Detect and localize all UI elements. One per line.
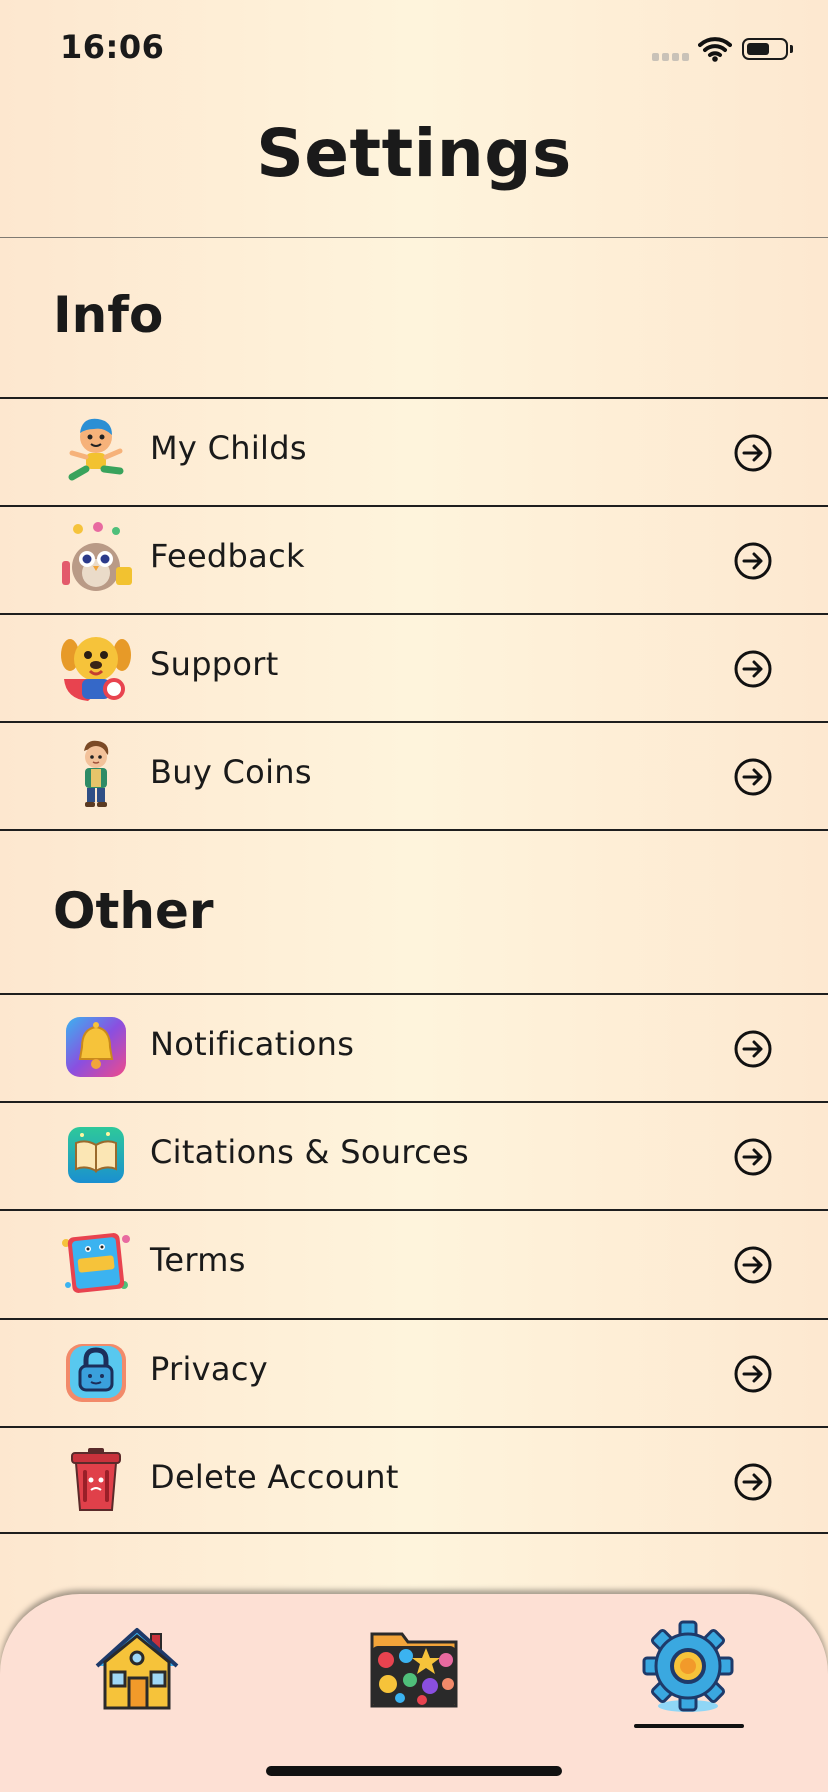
row-support[interactable]: Support bbox=[0, 613, 828, 721]
row-label: Terms bbox=[150, 1241, 246, 1279]
status-time: 16:06 bbox=[60, 28, 165, 66]
row-label: My Childs bbox=[150, 429, 307, 467]
title-divider bbox=[0, 237, 828, 238]
arrow-right-circle-icon[interactable] bbox=[733, 649, 773, 689]
owl-feedback-icon bbox=[62, 522, 132, 591]
puppy-support-icon bbox=[61, 637, 131, 701]
row-label: Buy Coins bbox=[150, 753, 312, 791]
padlock-icon bbox=[66, 1344, 126, 1402]
active-tab-indicator bbox=[634, 1724, 744, 1728]
status-bar: 16:06 bbox=[0, 0, 828, 100]
wifi-icon bbox=[698, 37, 732, 62]
row-terms[interactable]: Terms bbox=[0, 1209, 828, 1317]
arrow-right-circle-icon[interactable] bbox=[733, 433, 773, 473]
section-header-info: Info bbox=[53, 286, 164, 344]
row-citations-sources[interactable]: Citations & Sources bbox=[0, 1101, 828, 1209]
battery-icon bbox=[742, 38, 793, 60]
arrow-right-circle-icon[interactable] bbox=[733, 1245, 773, 1285]
page-title: Settings bbox=[256, 115, 572, 192]
tos-book-icon bbox=[62, 1233, 130, 1293]
house-icon[interactable] bbox=[89, 1620, 185, 1716]
row-label: Privacy bbox=[150, 1350, 268, 1388]
row-privacy[interactable]: Privacy bbox=[0, 1318, 828, 1426]
row-feedback[interactable]: Feedback bbox=[0, 505, 828, 613]
row-label: Feedback bbox=[150, 537, 305, 575]
folder-stickers-icon[interactable] bbox=[366, 1620, 462, 1716]
arrow-right-circle-icon[interactable] bbox=[733, 1029, 773, 1069]
row-label: Delete Account bbox=[150, 1458, 399, 1496]
row-delete-account[interactable]: Delete Account bbox=[0, 1426, 828, 1534]
row-my-childs[interactable]: My Childs bbox=[0, 397, 828, 505]
running-child-icon bbox=[68, 418, 124, 481]
trash-can-icon bbox=[71, 1448, 121, 1511]
row-buy-coins[interactable]: Buy Coins bbox=[0, 721, 828, 829]
row-label: Support bbox=[150, 645, 279, 683]
tab-bar bbox=[0, 1594, 828, 1792]
home-indicator bbox=[266, 1766, 562, 1776]
open-book-icon bbox=[68, 1127, 124, 1183]
arrow-right-circle-icon[interactable] bbox=[733, 1137, 773, 1177]
cellular-signal-icon bbox=[652, 53, 689, 61]
row-label: Notifications bbox=[150, 1025, 355, 1063]
section-header-other: Other bbox=[53, 882, 214, 940]
arrow-right-circle-icon[interactable] bbox=[733, 541, 773, 581]
boy-character-icon bbox=[84, 740, 109, 807]
row-label: Citations & Sources bbox=[150, 1133, 469, 1171]
arrow-right-circle-icon[interactable] bbox=[733, 757, 773, 797]
bell-icon bbox=[66, 1017, 126, 1077]
arrow-right-circle-icon[interactable] bbox=[733, 1462, 773, 1502]
arrow-right-circle-icon[interactable] bbox=[733, 1354, 773, 1394]
section-divider bbox=[0, 829, 828, 831]
row-notifications[interactable]: Notifications bbox=[0, 993, 828, 1101]
gear-icon[interactable] bbox=[640, 1620, 736, 1716]
